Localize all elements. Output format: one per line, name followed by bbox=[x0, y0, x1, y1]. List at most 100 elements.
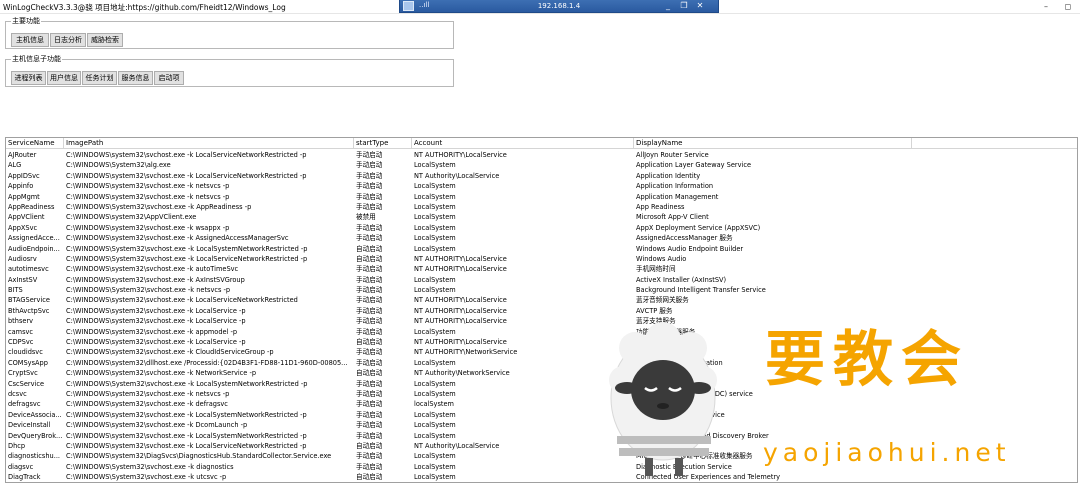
cell-start-type: 手动启动 bbox=[356, 389, 383, 398]
table-row[interactable]: DevQueryBrok... C:\WINDOWS\system32\svcho… bbox=[6, 431, 1077, 441]
table-row[interactable]: AppReadiness C:\WINDOWS\System32\svchost.… bbox=[6, 202, 1077, 212]
table-row[interactable]: AssignedAcce... C:\WINDOWS\system32\svcho… bbox=[6, 233, 1077, 243]
table-row[interactable]: autotimesvc C:\WINDOWS\system32\svchost.e… bbox=[6, 264, 1077, 274]
table-row[interactable]: BITS C:\WINDOWS\System32\svchost.exe -k n… bbox=[6, 285, 1077, 295]
table-row[interactable]: Dhcp C:\WINDOWS\system32\svchost.exe -k L… bbox=[6, 441, 1077, 451]
main-function-group: 主要功能 主机信息 日志分析 威胁检索 bbox=[5, 17, 454, 49]
cell-account: LocalSystem bbox=[414, 431, 456, 440]
cell-account: LocalSystem bbox=[414, 202, 456, 211]
cell-account: LocalSystem bbox=[414, 452, 456, 461]
cell-image-path: C:\WINDOWS\System32\svchost.exe -k netsv… bbox=[66, 286, 231, 295]
table-row[interactable]: AudioEndpoin... C:\WINDOWS\System32\svcho… bbox=[6, 244, 1077, 254]
table-row[interactable]: camsvc C:\WINDOWS\system32\svchost.exe -k… bbox=[6, 327, 1077, 337]
table-row[interactable]: AppXSvc C:\WINDOWS\system32\svchost.exe -… bbox=[6, 223, 1077, 233]
cell-start-type: 自动启动 bbox=[356, 369, 383, 378]
table-row[interactable]: Appinfo C:\WINDOWS\system32\svchost.exe -… bbox=[6, 181, 1077, 191]
cell-image-path: C:\WINDOWS\system32\svchost.exe -k netsv… bbox=[66, 389, 230, 398]
cell-image-path: C:\WINDOWS\system32\svchost.exe -k Local… bbox=[66, 410, 307, 419]
startup-items-button[interactable]: 启动项 bbox=[154, 71, 184, 85]
cell-account: NT Authority\LocalService bbox=[414, 441, 500, 450]
column-header-start-type[interactable]: startType bbox=[354, 138, 412, 149]
cell-account: localSystem bbox=[414, 400, 454, 409]
table-row[interactable]: dcsvc C:\WINDOWS\system32\svchost.exe -k … bbox=[6, 389, 1077, 399]
minimize-button[interactable]: – bbox=[1039, 1, 1053, 13]
table-row[interactable]: CryptSvc C:\WINDOWS\system32\svchost.exe … bbox=[6, 368, 1077, 378]
column-header-service-name[interactable]: ServiceName bbox=[6, 138, 64, 149]
cell-account: LocalSystem bbox=[414, 379, 456, 388]
table-row[interactable]: diagsvc C:\WINDOWS\System32\svchost.exe -… bbox=[6, 462, 1077, 472]
threat-search-button[interactable]: 威胁检索 bbox=[87, 33, 123, 47]
cell-service-name: AxInstSV bbox=[8, 275, 38, 284]
cell-start-type: 手动启动 bbox=[356, 452, 383, 461]
user-info-button[interactable]: 用户信息 bbox=[47, 71, 81, 85]
cell-service-name: AJRouter bbox=[8, 151, 37, 159]
cell-account: LocalSystem bbox=[414, 286, 456, 295]
cell-image-path: C:\WINDOWS\system32\svchost.exe -k Local… bbox=[66, 431, 307, 440]
cell-service-name: defragsvc bbox=[8, 400, 41, 409]
table-row[interactable]: AxInstSV C:\WINDOWS\system32\svchost.exe … bbox=[6, 275, 1077, 285]
cell-image-path: C:\WINDOWS\System32\svchost.exe -k Local… bbox=[66, 379, 308, 388]
cell-start-type: 手动启动 bbox=[356, 379, 383, 388]
cell-service-name: AppIDSvc bbox=[8, 171, 40, 180]
column-header-account[interactable]: Account bbox=[412, 138, 634, 149]
cell-image-path: C:\WINDOWS\system32\svchost.exe -k Local… bbox=[66, 441, 307, 450]
cell-image-path: C:\WINDOWS\system32\svchost.exe -k Local… bbox=[66, 171, 307, 180]
column-header-image-path[interactable]: ImagePath bbox=[64, 138, 354, 149]
cell-display-name: Application Identity bbox=[636, 171, 701, 180]
table-row[interactable]: AppMgmt C:\WINDOWS\system32\svchost.exe -… bbox=[6, 192, 1077, 202]
cell-display-name: Connected User Experiences and Telemetry bbox=[636, 473, 781, 482]
column-header-display-name[interactable]: DisplayName bbox=[634, 138, 912, 149]
cell-start-type: 手动启动 bbox=[356, 327, 383, 336]
cell-display-name: Microsoft (R) 诊断中心标准收集器服务 bbox=[636, 452, 753, 461]
table-row[interactable]: ALG C:\WINDOWS\System32\alg.exe 手动启动 LocalS… bbox=[6, 160, 1077, 170]
rdp-minimize-button[interactable]: _ bbox=[662, 0, 674, 12]
cell-account: LocalSystem bbox=[414, 234, 456, 243]
table-row[interactable]: BthAvctpSvc C:\WINDOWS\system32\svchost.e… bbox=[6, 306, 1077, 316]
table-row[interactable]: AJRouter C:\WINDOWS\system32\svchost.exe … bbox=[6, 150, 1077, 160]
table-row[interactable]: Audiosrv C:\WINDOWS\System32\svchost.exe … bbox=[6, 254, 1077, 264]
cell-service-name: BTAGService bbox=[8, 296, 50, 305]
table-row[interactable]: DiagTrack C:\WINDOWS\System32\svchost.exe… bbox=[6, 472, 1077, 482]
rdp-close-button[interactable]: ✕ bbox=[694, 0, 706, 12]
cell-display-name: ActiveX Installer (AxInstSV) bbox=[636, 275, 727, 284]
scheduled-tasks-button[interactable]: 任务计划 bbox=[82, 71, 117, 85]
process-list-button[interactable]: 进程列表 bbox=[11, 71, 46, 85]
cell-display-name: App Readiness bbox=[636, 202, 685, 211]
maximize-button[interactable]: ◻ bbox=[1061, 1, 1075, 13]
cell-image-path: C:\WINDOWS\system32\svchost.exe -k Cloud… bbox=[66, 348, 274, 357]
cell-display-name: Diagnostic Execution Service bbox=[636, 462, 732, 471]
table-row[interactable]: COMSysApp C:\WINDOWS\system32\dllhost.exe… bbox=[6, 358, 1077, 368]
cell-image-path: C:\WINDOWS\system32\svchost.exe -k defra… bbox=[66, 400, 228, 409]
cell-image-path: C:\WINDOWS\system32\svchost.exe -k Local… bbox=[66, 296, 298, 305]
cell-image-path: C:\WINDOWS\system32\svchost.exe -k Assig… bbox=[66, 234, 289, 243]
table-row[interactable]: BTAGService C:\WINDOWS\system32\svchost.e… bbox=[6, 295, 1077, 305]
cell-account: NT AUTHORITY\LocalService bbox=[414, 254, 507, 263]
table-row[interactable]: cloudidsvc C:\WINDOWS\system32\svchost.ex… bbox=[6, 347, 1077, 357]
cell-service-name: autotimesvc bbox=[8, 265, 49, 274]
table-row[interactable]: AppIDSvc C:\WINDOWS\system32\svchost.exe … bbox=[6, 171, 1077, 181]
cell-image-path: C:\WINDOWS\system32\svchost.exe -k Local… bbox=[66, 306, 246, 315]
table-row[interactable]: CscService C:\WINDOWS\System32\svchost.ex… bbox=[6, 379, 1077, 389]
table-row[interactable]: AppVClient C:\WINDOWS\system32\AppVClient… bbox=[6, 212, 1077, 222]
cell-start-type: 自动启动 bbox=[356, 254, 383, 263]
cell-start-type: 手动启动 bbox=[356, 400, 383, 409]
cell-service-name: AssignedAcce... bbox=[8, 234, 60, 243]
service-table[interactable]: ServiceName ImagePath startType Account … bbox=[5, 137, 1078, 483]
host-info-button[interactable]: 主机信息 bbox=[11, 33, 49, 47]
table-row[interactable]: defragsvc C:\WINDOWS\system32\svchost.exe… bbox=[6, 399, 1077, 409]
rdp-restore-button[interactable]: ❐ bbox=[678, 0, 690, 12]
cell-display-name: DevQuery Background Discovery Broker bbox=[636, 431, 769, 440]
cell-account: LocalSystem bbox=[414, 358, 456, 367]
table-row[interactable]: diagnosticshu... C:\WINDOWS\system32\Diag… bbox=[6, 451, 1077, 461]
log-analysis-button[interactable]: 日志分析 bbox=[50, 33, 86, 47]
cell-service-name: cloudidsvc bbox=[8, 348, 43, 357]
cell-display-name: 手机网络时间 bbox=[636, 265, 676, 274]
table-row[interactable]: DeviceInstall C:\WINDOWS\system32\svchost… bbox=[6, 420, 1077, 430]
cell-start-type: 手动启动 bbox=[356, 348, 383, 357]
table-row[interactable]: CDPSvc C:\WINDOWS\system32\svchost.exe -k… bbox=[6, 337, 1077, 347]
service-info-button[interactable]: 服务信息 bbox=[118, 71, 153, 85]
table-row[interactable]: bthserv C:\WINDOWS\system32\svchost.exe -… bbox=[6, 316, 1077, 326]
table-row[interactable]: DeviceAssocia... C:\WINDOWS\system32\svch… bbox=[6, 410, 1077, 420]
cell-start-type: 手动启动 bbox=[356, 431, 383, 440]
cell-image-path: C:\WINDOWS\System32\svchost.exe -k utcsv… bbox=[66, 473, 227, 482]
